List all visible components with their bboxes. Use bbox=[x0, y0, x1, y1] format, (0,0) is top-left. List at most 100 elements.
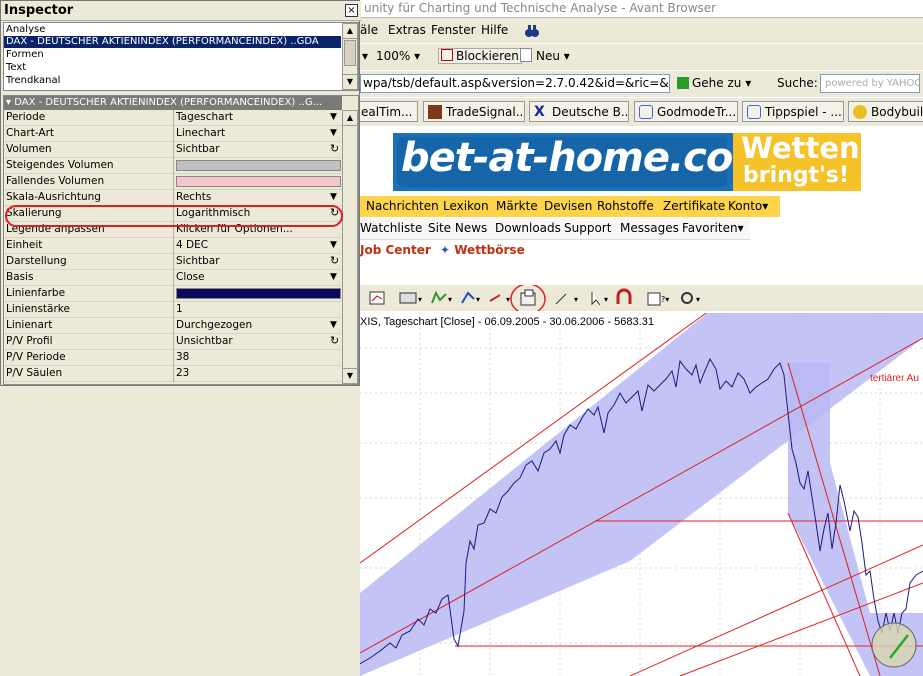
options-dropdown-icon[interactable]: ?▾ bbox=[647, 292, 669, 306]
property-value[interactable]: Sichtbar bbox=[176, 143, 220, 155]
refresh-dropdown-icon[interactable]: ▾ bbox=[681, 292, 700, 304]
dropdown-arrow-icon[interactable]: ▼ bbox=[330, 128, 337, 138]
dropdown-arrow-icon[interactable]: ▼ bbox=[330, 192, 337, 202]
property-row-skala-ausrichtung[interactable]: Skala-Ausrichtung Rechts ▼ bbox=[4, 190, 342, 206]
ad-banner[interactable]: bet-at-home.com Wetten bringt's! bbox=[393, 131, 861, 191]
property-row-p-v-s-ulen[interactable]: P/V Säulen 23 bbox=[4, 366, 342, 382]
property-row-linienart[interactable]: Linienart Durchgezogen ▼ bbox=[4, 318, 342, 334]
tab-realtime[interactable]: ealTim... bbox=[358, 101, 418, 122]
property-row-skalierung[interactable]: Skalierung Logarithmisch ↻ bbox=[4, 206, 342, 222]
property-value[interactable]: Linechart bbox=[176, 127, 225, 139]
property-row-darstellung[interactable]: Darstellung Sichtbar ↻ bbox=[4, 254, 342, 270]
tab-tradesignal[interactable]: TradeSignal... bbox=[423, 101, 525, 122]
property-value[interactable]: Durchgezogen bbox=[176, 319, 252, 331]
list-item-trendkanal[interactable]: Trendkanal bbox=[6, 75, 60, 87]
tab-deutsche-bank[interactable]: X Deutsche B... bbox=[529, 101, 629, 122]
scroll-down-icon[interactable]: ▼ bbox=[343, 368, 357, 383]
property-value[interactable]: Unsichtbar bbox=[176, 335, 233, 347]
property-row-chart-art[interactable]: Chart-Art Linechart ▼ bbox=[4, 126, 342, 142]
magnet-icon[interactable] bbox=[616, 288, 632, 304]
nav-maerkte[interactable]: Märkte bbox=[496, 199, 538, 213]
list-scrollbar[interactable]: ▲ ▼ bbox=[342, 23, 358, 90]
property-row-periode[interactable]: Periode Tageschart ▼ bbox=[4, 110, 342, 126]
nav-zertifikate[interactable]: Zertifikate bbox=[663, 199, 725, 213]
nav-devisen[interactable]: Devisen bbox=[544, 199, 592, 213]
drawing-dropdown-icon[interactable]: ▾ bbox=[489, 294, 510, 304]
property-value[interactable]: Klicken für Optionen... bbox=[176, 223, 293, 235]
property-row-linienfarbe[interactable]: Linienfarbe bbox=[4, 286, 342, 302]
color-swatch[interactable] bbox=[176, 160, 341, 171]
binoculars-icon[interactable] bbox=[524, 23, 540, 39]
nav-messages[interactable]: Messages bbox=[620, 221, 679, 235]
scroll-up-icon[interactable]: ▲ bbox=[343, 24, 357, 39]
print-dropdown-icon[interactable]: ▾ bbox=[399, 292, 422, 304]
dropdown-arrow-icon[interactable]: ▼ bbox=[330, 112, 337, 122]
nav-downloads[interactable]: Downloads bbox=[495, 221, 561, 235]
dropdown-arrow-icon[interactable]: ▾ bbox=[362, 49, 368, 63]
property-value[interactable]: 4 DEC bbox=[176, 239, 208, 251]
nav-support[interactable]: Support bbox=[564, 221, 611, 235]
property-value[interactable]: Tageschart bbox=[176, 111, 233, 123]
close-icon[interactable]: × bbox=[345, 4, 358, 17]
property-value[interactable]: 23 bbox=[176, 367, 189, 379]
chart-area[interactable]: tertiärer Au XIS, Tageschart [Close] - 0… bbox=[360, 313, 923, 676]
tab-bodybuilding[interactable]: Bodybuildi... bbox=[848, 101, 923, 122]
list-item-formen[interactable]: Formen bbox=[6, 49, 44, 61]
tab-tippspiel[interactable]: Tippspiel - ... bbox=[742, 101, 844, 122]
dropdown-arrow-icon[interactable]: ▼ bbox=[330, 272, 337, 282]
search-input[interactable]: powered by YAHOO! bbox=[820, 74, 920, 93]
cycle-icon[interactable]: ↻ bbox=[330, 142, 339, 155]
zoom-lens[interactable] bbox=[871, 622, 917, 668]
indicator-dropdown-icon[interactable]: ▾ bbox=[431, 290, 452, 304]
url-input[interactable]: wpa/tsb/default.asp&version=2.7.0.42&id=… bbox=[360, 74, 670, 93]
property-value[interactable]: Close bbox=[176, 271, 205, 283]
nav-watchliste[interactable]: Watchliste bbox=[360, 221, 422, 235]
menu-item-fenster[interactable]: Fenster bbox=[431, 23, 476, 37]
property-row-fallendes-volumen[interactable]: Fallendes Volumen bbox=[4, 174, 342, 190]
new-button[interactable]: Neu ▾ bbox=[520, 48, 570, 63]
scroll-up-icon[interactable]: ▲ bbox=[343, 111, 357, 126]
property-row-linienst-rke[interactable]: Linienstärke 1 bbox=[4, 302, 342, 318]
nav-site-news[interactable]: Site News bbox=[428, 221, 487, 235]
chart-tool-icon[interactable] bbox=[369, 291, 385, 305]
nav-lexikon[interactable]: Lexikon bbox=[443, 199, 489, 213]
zoom-select[interactable]: 100% ▾ bbox=[376, 49, 420, 63]
cycle-icon[interactable]: ↻ bbox=[330, 334, 339, 347]
go-button[interactable]: Gehe zu ▾ bbox=[677, 76, 751, 90]
nav-rohstoffe[interactable]: Rohstoffe bbox=[597, 199, 654, 213]
list-item-analyse[interactable]: Analyse bbox=[6, 24, 45, 36]
cycle-icon[interactable]: ↻ bbox=[330, 254, 339, 267]
inspector-object-list[interactable]: Analyse DAX - DEUTSCHER AKTIENINDEX (PER… bbox=[3, 22, 359, 91]
property-value[interactable]: Logarithmisch bbox=[176, 207, 250, 219]
menu-item-extras[interactable]: Extras bbox=[388, 23, 426, 37]
cursor-dropdown-icon[interactable]: ▾ bbox=[591, 292, 608, 306]
nav-konto[interactable]: Konto▾ bbox=[728, 199, 768, 213]
scroll-thumb[interactable] bbox=[344, 40, 356, 66]
list-item-dax-selected[interactable]: DAX - DEUTSCHER AKTIENINDEX (PERFORMANCE… bbox=[4, 36, 341, 48]
nav-favoriten[interactable]: Favoriten▾ bbox=[682, 221, 744, 235]
property-row-einheit[interactable]: Einheit 4 DEC ▼ bbox=[4, 238, 342, 254]
dropdown-arrow-icon[interactable]: ▼ bbox=[330, 320, 337, 330]
wettboerse-link[interactable]: ✦ Wettbörse bbox=[440, 243, 525, 257]
nav-nachrichten[interactable]: Nachrichten bbox=[366, 199, 439, 213]
properties-scrollbar[interactable]: ▲ ▼ bbox=[342, 110, 358, 384]
property-row-volumen[interactable]: Volumen Sichtbar ↻ bbox=[4, 142, 342, 158]
scroll-down-icon[interactable]: ▼ bbox=[343, 74, 357, 89]
property-value[interactable]: Sichtbar bbox=[176, 255, 220, 267]
color-swatch[interactable] bbox=[176, 288, 341, 299]
property-value[interactable]: 1 bbox=[176, 303, 183, 315]
properties-icon[interactable] bbox=[520, 289, 536, 306]
job-center-link[interactable]: Job Center bbox=[360, 243, 431, 257]
property-row-p-v-profil[interactable]: P/V Profil Unsichtbar ↻ bbox=[4, 334, 342, 350]
draw-line-dropdown-icon[interactable]: ▾ bbox=[555, 293, 578, 305]
menu-item-hilfe[interactable]: Hilfe bbox=[481, 23, 508, 37]
dropdown-arrow-icon[interactable]: ▼ bbox=[330, 240, 337, 250]
property-value[interactable]: 38 bbox=[176, 351, 189, 363]
property-row-basis[interactable]: Basis Close ▼ bbox=[4, 270, 342, 286]
property-row-steigendes-volumen[interactable]: Steigendes Volumen bbox=[4, 158, 342, 174]
menu-item-file[interactable]: äle bbox=[360, 23, 378, 37]
cycle-icon[interactable]: ↻ bbox=[330, 206, 339, 219]
property-row-p-v-periode[interactable]: P/V Periode 38 bbox=[4, 350, 342, 366]
line-tools-dropdown-icon[interactable]: ▾ bbox=[461, 291, 480, 304]
property-value[interactable]: Rechts bbox=[176, 191, 211, 203]
